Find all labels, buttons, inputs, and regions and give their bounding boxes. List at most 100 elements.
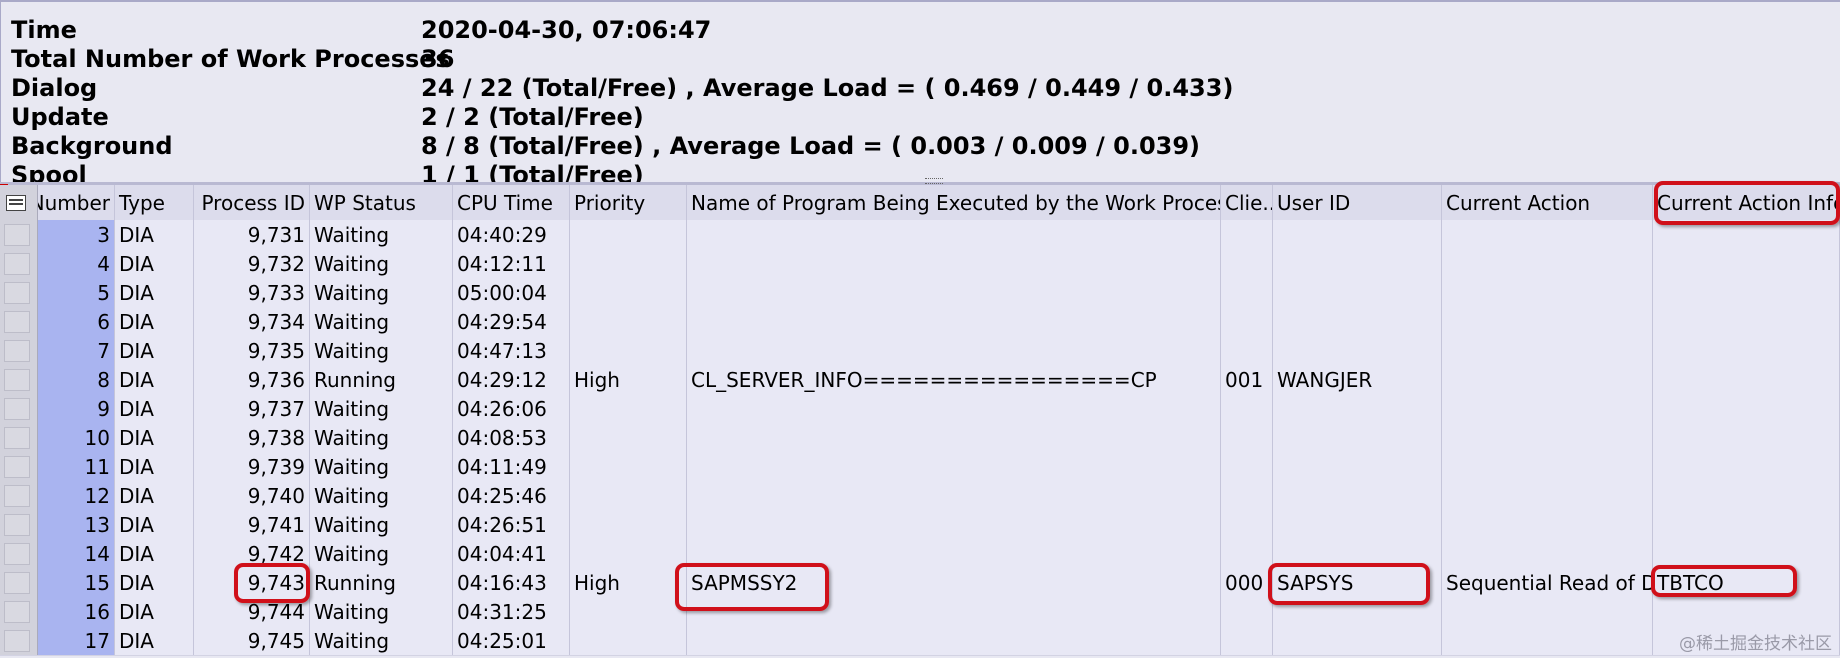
table-cell[interactable]	[1221, 597, 1273, 626]
column-header[interactable]: Process ID	[194, 185, 310, 220]
table-cell[interactable]	[570, 336, 687, 365]
table-cell[interactable]: 15	[38, 568, 115, 597]
table-cell[interactable]	[1221, 626, 1273, 655]
table-cell[interactable]	[687, 220, 1221, 249]
table-row[interactable]: 10 DIA 9,738 Waiting 04:08:53	[0, 423, 1840, 453]
table-cell[interactable]: DIA	[115, 307, 194, 336]
table-cell[interactable]: Running	[310, 568, 453, 597]
table-cell[interactable]: Waiting	[310, 539, 453, 568]
table-cell[interactable]: 4	[38, 249, 115, 278]
table-cell[interactable]: DIA	[115, 423, 194, 452]
table-cell[interactable]	[1221, 539, 1273, 568]
table-cell[interactable]: Waiting	[310, 626, 453, 655]
table-cell[interactable]: 9	[38, 394, 115, 423]
row-selector-button[interactable]	[4, 339, 30, 362]
table-cell[interactable]: 04:29:54	[453, 307, 570, 336]
table-row[interactable]: 8 DIA 9,736 Running 04:29:12 High CL_SERVER_IN…	[0, 365, 1840, 395]
table-cell[interactable]: 04:11:49	[453, 452, 570, 481]
table-cell[interactable]: CL_SERVER_INFO================CP	[687, 365, 1221, 394]
table-row[interactable]: 5 DIA 9,733 Waiting 05:00:04	[0, 278, 1840, 308]
table-cell[interactable]: 04:40:29	[453, 220, 570, 249]
table-cell[interactable]	[1442, 597, 1653, 626]
row-selector-button[interactable]	[4, 397, 30, 420]
table-cell[interactable]: 04:26:06	[453, 394, 570, 423]
table-cell[interactable]	[1273, 394, 1442, 423]
row-selector[interactable]	[0, 220, 38, 249]
column-header[interactable]: Clie...	[1221, 185, 1273, 220]
table-cell[interactable]: DIA	[115, 626, 194, 655]
layout-menu-button[interactable]	[0, 185, 38, 220]
row-selector-button[interactable]	[4, 426, 30, 449]
table-row[interactable]: 11 DIA 9,739 Waiting 04:11:49	[0, 452, 1840, 482]
table-cell[interactable]: Waiting	[310, 510, 453, 539]
table-cell[interactable]	[1653, 423, 1840, 452]
table-cell[interactable]	[570, 307, 687, 336]
table-cell[interactable]	[1273, 539, 1442, 568]
table-cell[interactable]: Waiting	[310, 307, 453, 336]
table-cell[interactable]: 9,737	[194, 394, 310, 423]
table-cell[interactable]: Waiting	[310, 423, 453, 452]
table-cell[interactable]	[1221, 220, 1273, 249]
table-cell[interactable]	[1442, 539, 1653, 568]
table-cell[interactable]: 04:31:25	[453, 597, 570, 626]
table-cell[interactable]: 000	[1221, 568, 1273, 597]
table-cell[interactable]: 05:00:04	[453, 278, 570, 307]
table-cell[interactable]: 17	[38, 626, 115, 655]
table-cell[interactable]: 04:47:13	[453, 336, 570, 365]
table-cell[interactable]: DIA	[115, 336, 194, 365]
table-cell[interactable]: 3	[38, 220, 115, 249]
row-selector-button[interactable]	[4, 513, 30, 536]
table-row[interactable]: 14 DIA 9,742 Waiting 04:04:41	[0, 539, 1840, 569]
table-cell[interactable]: DIA	[115, 539, 194, 568]
table-cell[interactable]	[687, 452, 1221, 481]
table-row[interactable]: 15 DIA 9,743 Running 04:16:43 High SAPMSSY2 000…	[0, 568, 1840, 598]
column-header[interactable]: Number	[38, 185, 115, 220]
table-cell[interactable]	[1273, 597, 1442, 626]
table-cell[interactable]	[1442, 249, 1653, 278]
row-selector[interactable]	[0, 249, 38, 278]
table-cell[interactable]: 9,740	[194, 481, 310, 510]
table-cell[interactable]: DIA	[115, 394, 194, 423]
row-selector-button[interactable]	[4, 542, 30, 565]
table-cell[interactable]: 9,733	[194, 278, 310, 307]
table-cell[interactable]: 04:25:46	[453, 481, 570, 510]
row-selector[interactable]	[0, 278, 38, 307]
column-header[interactable]: Current Action	[1442, 185, 1653, 220]
table-cell[interactable]	[570, 539, 687, 568]
table-cell[interactable]: DIA	[115, 249, 194, 278]
table-cell[interactable]	[1442, 220, 1653, 249]
row-selector-button[interactable]	[4, 629, 30, 652]
table-cell[interactable]	[1221, 394, 1273, 423]
table-cell[interactable]: 12	[38, 481, 115, 510]
table-row[interactable]: 7 DIA 9,735 Waiting 04:47:13	[0, 336, 1840, 366]
table-cell[interactable]	[1442, 394, 1653, 423]
row-selector-button[interactable]	[4, 455, 30, 478]
row-selector[interactable]	[0, 539, 38, 568]
table-cell[interactable]	[1273, 336, 1442, 365]
table-cell[interactable]	[1442, 423, 1653, 452]
table-cell[interactable]	[1221, 510, 1273, 539]
table-cell[interactable]: 11	[38, 452, 115, 481]
table-cell[interactable]	[687, 394, 1221, 423]
table-cell[interactable]: 16	[38, 597, 115, 626]
table-cell[interactable]	[570, 394, 687, 423]
table-cell[interactable]	[570, 249, 687, 278]
table-cell[interactable]: 10	[38, 423, 115, 452]
column-header[interactable]: Name of Program Being Executed by the Wo…	[687, 185, 1221, 220]
table-cell[interactable]	[1442, 452, 1653, 481]
table-cell[interactable]: DIA	[115, 278, 194, 307]
table-cell[interactable]	[1221, 481, 1273, 510]
table-cell[interactable]	[1221, 307, 1273, 336]
table-cell[interactable]	[687, 626, 1221, 655]
table-cell[interactable]: 9,734	[194, 307, 310, 336]
table-cell[interactable]	[1442, 307, 1653, 336]
table-cell[interactable]	[687, 249, 1221, 278]
table-cell[interactable]: DIA	[115, 365, 194, 394]
table-cell[interactable]	[687, 336, 1221, 365]
column-header[interactable]: WP Status	[310, 185, 453, 220]
table-cell[interactable]	[1442, 278, 1653, 307]
table-cell[interactable]	[570, 481, 687, 510]
table-row[interactable]: 4 DIA 9,732 Waiting 04:12:11	[0, 249, 1840, 279]
table-cell[interactable]: High	[570, 365, 687, 394]
table-cell[interactable]: 04:25:01	[453, 626, 570, 655]
